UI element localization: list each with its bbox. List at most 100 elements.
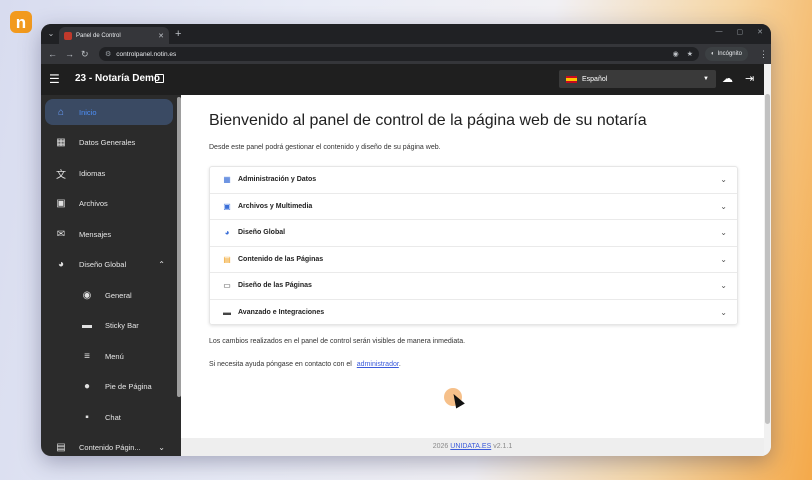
sidebar-item-label: Diseño Global (79, 260, 127, 269)
palette-icon: ◕ (224, 228, 230, 238)
accordion-label: Contenido de las Páginas (238, 255, 324, 263)
spain-flag-icon (566, 75, 577, 83)
bar-icon: ▬ (82, 320, 92, 331)
chevron-down-icon: ⌄ (158, 443, 165, 452)
tab-title: Panel de Control (76, 32, 121, 39)
accordion-diseno-global[interactable]: ◕ Diseño Global ⌄ (210, 220, 737, 247)
close-window-icon[interactable]: ✕ (757, 28, 763, 36)
sidebar-item-contenido-paginas[interactable]: ▤ Contenido Págin... ⌄ (45, 435, 173, 457)
browser-window: ⌄ Panel de Control ✕ + — ▢ ✕ ← → ↻ ⚙ con… (41, 24, 771, 456)
minimize-icon[interactable]: — (716, 28, 723, 36)
page-title: Bienvenido al panel de control de la pág… (209, 112, 647, 129)
sidebar-item-label: Sticky Bar (105, 321, 139, 330)
chat-icon: ▪ (85, 411, 89, 423)
accordion-label: Administración y Datos (238, 176, 317, 184)
sidebar-item-label: Chat (105, 412, 121, 422)
main-content: Bienvenido al panel de control de la pág… (181, 95, 764, 456)
sidebar-item-chat[interactable]: ▪ Chat (45, 404, 173, 430)
tab-search-icon[interactable]: ⌄ (46, 29, 56, 39)
toolbox-icon: ▬ (223, 308, 231, 318)
sidebar-item-mensajes[interactable]: ✉ Mensajes (45, 221, 173, 247)
intro-text: Desde este panel podrá gestionar el cont… (209, 144, 441, 151)
footer-year: 2026 (432, 443, 449, 450)
accordion-label: Diseño de las Páginas (238, 282, 312, 290)
palette-icon: ◕ (57, 259, 65, 270)
monitor-icon: ▭ (223, 281, 231, 291)
external-link-icon[interactable] (155, 74, 164, 83)
toggle-icon: ◉ (82, 289, 92, 301)
site-info-icon[interactable]: ⚙ (105, 50, 111, 58)
footer: 2026 UNIDATA.ES v2.1.1 (181, 438, 764, 456)
favicon-icon (64, 31, 72, 40)
incognito-badge[interactable]: ◐ Incógnito (705, 47, 748, 61)
sidebar-item-label: Archivos (79, 199, 108, 208)
sidebar-item-sticky-bar[interactable]: ▬ Sticky Bar (45, 313, 173, 339)
tab-close-icon[interactable]: ✕ (158, 32, 164, 40)
sidebar-item-inicio[interactable]: ⌂ Inicio (45, 99, 173, 125)
footer-brand-link[interactable]: UNIDATA.ES (450, 443, 491, 450)
chevron-down-icon: ⌄ (720, 308, 727, 318)
images-icon: ▣ (56, 198, 66, 209)
accordion-label: Avanzado e Integraciones (238, 309, 325, 317)
footer-version: v2.1.1 (493, 443, 513, 450)
app-viewport: ☰ 23 - Notaría Demo Español ▼ ☁ ⇥ ⌂ Inic… (41, 64, 771, 456)
accordion-avanzado[interactable]: ▬ Avanzado e Integraciones ⌄ (210, 300, 737, 327)
browser-tab[interactable]: Panel de Control ✕ (59, 27, 169, 44)
language-value: Español (582, 75, 608, 83)
sidebar-item-label: Datos Generales (79, 138, 136, 147)
new-tab-icon[interactable]: + (175, 27, 181, 41)
grid-icon: ▦ (56, 137, 66, 148)
accordion-contenido[interactable]: ▤ Contenido de las Páginas ⌄ (210, 247, 737, 273)
grid-icon: ▦ (223, 175, 231, 185)
accordion-diseno-paginas[interactable]: ▭ Diseño de las Páginas ⌄ (210, 273, 737, 300)
sidebar-item-label: Contenido Págin... (79, 443, 141, 452)
maximize-icon[interactable]: ▢ (737, 28, 744, 36)
sections-accordion: ▦ Administración y Datos ⌄ ▣ Archivos y … (209, 166, 738, 325)
sidebar: ⌂ Inicio ▦ Datos Generales 文 Idiomas ▣ A… (41, 95, 181, 456)
accordion-administracion[interactable]: ▦ Administración y Datos ⌄ (210, 167, 737, 194)
logout-icon[interactable]: ⇥ (745, 73, 754, 85)
incognito-label: Incógnito (717, 51, 742, 57)
accordion-archivos[interactable]: ▣ Archivos y Multimedia ⌄ (210, 194, 737, 220)
browser-menu-icon[interactable]: ⋮ (759, 48, 768, 60)
help-text: Si necesita ayuda póngase en contacto co… (209, 361, 352, 368)
admin-link[interactable]: administrador (357, 361, 399, 368)
incognito-icon: ◐ (711, 51, 715, 57)
help-end: . (398, 361, 401, 368)
sidebar-item-label: Menú (105, 351, 124, 361)
sidebar-item-idiomas[interactable]: 文 Idiomas (45, 160, 173, 186)
chevron-down-icon: ⌄ (720, 201, 727, 211)
reload-icon[interactable]: ↻ (81, 48, 89, 60)
browser-toolbar: ← → ↻ ⚙ controlpanel.notin.es ◉ ★ ◐ Incó… (41, 44, 771, 64)
back-icon[interactable]: ← (48, 48, 57, 60)
notin-logo: n (10, 11, 32, 33)
document-icon: ▤ (223, 254, 231, 264)
language-select[interactable]: Español ▼ (559, 70, 716, 88)
help-note: Si necesita ayuda póngase en contacto co… (209, 361, 401, 368)
page-scrollbar[interactable] (764, 64, 771, 456)
sidebar-item-pie-de-pagina[interactable]: ● Pie de Página (45, 374, 173, 400)
tab-strip: ⌄ Panel de Control ✕ + — ▢ ✕ (41, 24, 771, 44)
sidebar-item-label: Inicio (79, 107, 97, 117)
info-icon: ● (83, 381, 91, 392)
forward-icon[interactable]: → (65, 48, 74, 60)
sidebar-item-label: Pie de Página (105, 382, 152, 391)
url-text[interactable]: controlpanel.notin.es (116, 51, 667, 58)
sidebar-item-general[interactable]: ◉ General (45, 282, 173, 308)
home-icon: ⌂ (57, 106, 65, 118)
sidebar-item-datos-generales[interactable]: ▦ Datos Generales (45, 130, 173, 156)
sidebar-item-menu[interactable]: ≡ Menú (45, 343, 173, 369)
address-bar[interactable]: ⚙ controlpanel.notin.es ◉ ★ (99, 47, 699, 61)
chevron-down-icon: ⌄ (720, 175, 727, 185)
app-title: 23 - Notaría Demo (75, 73, 161, 84)
translate-icon: 文 (56, 169, 66, 181)
window-controls: — ▢ ✕ (716, 28, 764, 36)
bookmark-star-icon[interactable]: ★ (687, 50, 693, 58)
sidebar-item-archivos[interactable]: ▣ Archivos (45, 191, 173, 217)
cloud-upload-icon[interactable]: ☁ (722, 73, 733, 85)
sidebar-item-diseno-global[interactable]: ◕ Diseño Global ⌃ (45, 252, 173, 278)
hamburger-menu-icon[interactable]: ☰ (49, 72, 60, 86)
chevron-down-icon: ⌄ (720, 254, 727, 264)
accordion-label: Archivos y Multimedia (238, 202, 313, 210)
page-scrollbar-thumb[interactable] (765, 94, 770, 424)
